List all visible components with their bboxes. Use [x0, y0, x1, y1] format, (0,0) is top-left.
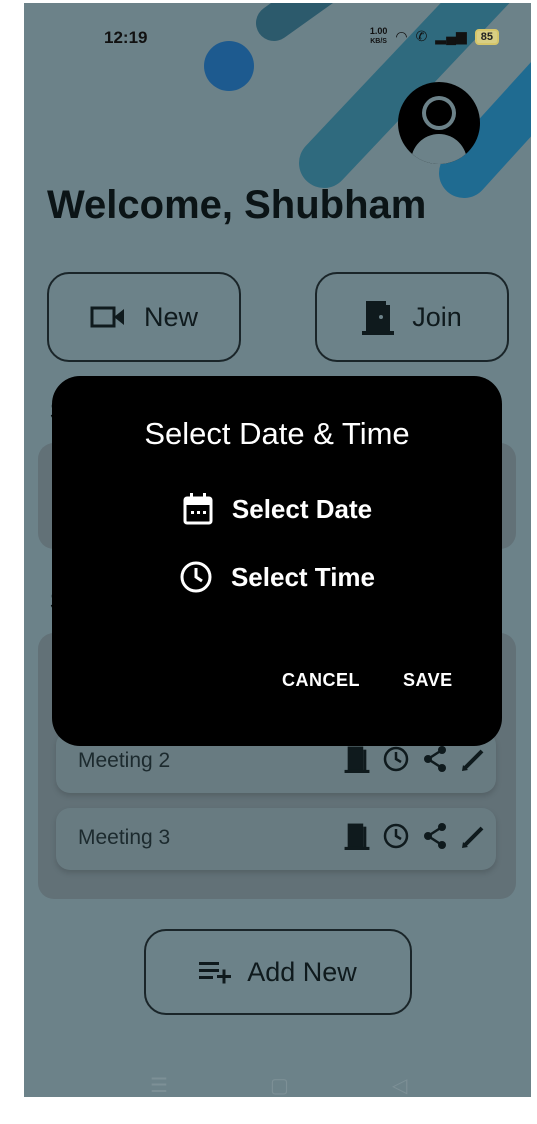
status-icons: 1.00 KB/S ◠ ✆ ▂▄▆ 85 [370, 27, 499, 46]
clock-icon[interactable] [382, 745, 410, 773]
network-speed-unit: KB/S [370, 38, 387, 45]
door-icon[interactable] [344, 745, 370, 773]
video-camera-icon [90, 306, 124, 328]
status-bar: 12:19 1.00 KB/S ◠ ✆ ▂▄▆ 85 [24, 3, 531, 73]
date-time-dialog: Select Date & Time Select Date Select Ti… [52, 376, 502, 746]
join-button-label: Join [412, 301, 462, 332]
join-meeting-button[interactable]: Join [315, 272, 509, 362]
new-meeting-button[interactable]: New [47, 272, 241, 362]
add-new-label: Add New [247, 956, 357, 987]
welcome-title: Welcome, Shubham [47, 183, 427, 227]
calendar-icon [183, 493, 213, 525]
network-speed: 1.00 KB/S [370, 27, 388, 46]
door-icon [362, 301, 395, 335]
status-time: 12:19 [104, 28, 148, 47]
select-time-button[interactable]: Select Time [52, 560, 502, 594]
clock-icon [180, 561, 212, 593]
meeting-actions [344, 822, 486, 850]
signal-icon: ▂▄▆ [435, 28, 467, 44]
profile-avatar-button[interactable] [398, 82, 480, 164]
clock-icon[interactable] [382, 822, 410, 850]
battery-indicator: 85 [474, 28, 499, 45]
menu-icon[interactable]: ☰ [150, 1073, 168, 1097]
playlist-add-icon [199, 962, 232, 984]
edit-icon[interactable] [460, 745, 486, 773]
select-date-button[interactable]: Select Date [52, 492, 502, 526]
call-icon: ✆ [415, 28, 428, 44]
dialog-title: Select Date & Time [144, 416, 410, 451]
edit-icon[interactable] [460, 822, 486, 850]
app-screen: 12:19 1.00 KB/S ◠ ✆ ▂▄▆ 85 Welcome, Shub… [24, 3, 531, 1097]
share-icon[interactable] [422, 745, 448, 773]
system-nav-bar: ☰ ▢ ◁ [24, 1073, 531, 1097]
avatar-face-icon [426, 100, 452, 126]
wifi-icon: ◠ [395, 28, 408, 44]
select-date-label: Select Date [231, 493, 373, 524]
meeting-name: Meeting 3 [78, 826, 171, 849]
add-new-button[interactable]: Add New [144, 929, 412, 1015]
share-icon[interactable] [422, 822, 448, 850]
avatar-body-icon [411, 134, 467, 164]
save-button[interactable]: SAVE [403, 670, 453, 691]
meeting-actions [344, 745, 486, 773]
cancel-button[interactable]: CANCEL [282, 670, 360, 691]
home-icon[interactable]: ▢ [270, 1073, 289, 1097]
select-time-label: Select Time [230, 561, 376, 592]
network-speed-value: 1.00 [369, 26, 388, 36]
back-icon[interactable]: ◁ [392, 1073, 407, 1097]
meeting-name: Meeting 2 [78, 749, 171, 772]
door-icon[interactable] [344, 822, 370, 850]
list-item[interactable]: Meeting 3 [56, 808, 496, 870]
new-button-label: New [143, 301, 198, 332]
